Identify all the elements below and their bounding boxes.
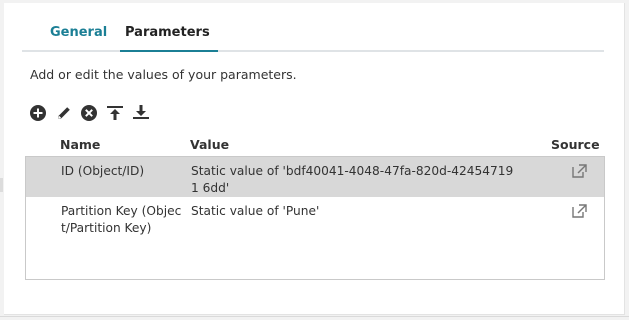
parameters-grid: ID (Object/ID) Static value of 'bdf40041… xyxy=(25,156,605,280)
external-link-icon[interactable] xyxy=(572,164,588,178)
parameter-value: Static value of 'bdf40041-4048-47fa-820d… xyxy=(191,164,514,195)
tab-parameters[interactable]: Parameters xyxy=(120,22,218,52)
tab-bar: General Parameters xyxy=(22,22,604,52)
parameter-name: Partition Key (Object/Partition Key) xyxy=(61,204,182,235)
move-to-top-icon[interactable] xyxy=(106,104,126,124)
move-to-bottom-icon[interactable] xyxy=(132,104,152,124)
parameter-value: Static value of 'Pune' xyxy=(191,204,320,218)
tab-general[interactable]: General xyxy=(50,22,107,50)
column-header-name[interactable]: Name xyxy=(60,137,100,152)
table-row[interactable]: Partition Key (Object/Partition Key) Sta… xyxy=(26,197,604,237)
external-link-icon[interactable] xyxy=(572,204,588,218)
remove-icon[interactable] xyxy=(80,104,100,124)
table-row[interactable]: ID (Object/ID) Static value of 'bdf40041… xyxy=(26,157,604,197)
edit-icon[interactable] xyxy=(55,104,75,124)
description-text: Add or edit the values of your parameter… xyxy=(30,67,297,82)
column-header-source[interactable]: Source xyxy=(551,137,600,152)
parameter-name: ID (Object/ID) xyxy=(61,164,145,178)
grid-header: Name Value Source xyxy=(25,133,605,155)
column-header-value[interactable]: Value xyxy=(190,137,229,152)
divider xyxy=(0,316,629,317)
add-icon[interactable] xyxy=(29,104,49,124)
window-edge xyxy=(0,178,3,192)
